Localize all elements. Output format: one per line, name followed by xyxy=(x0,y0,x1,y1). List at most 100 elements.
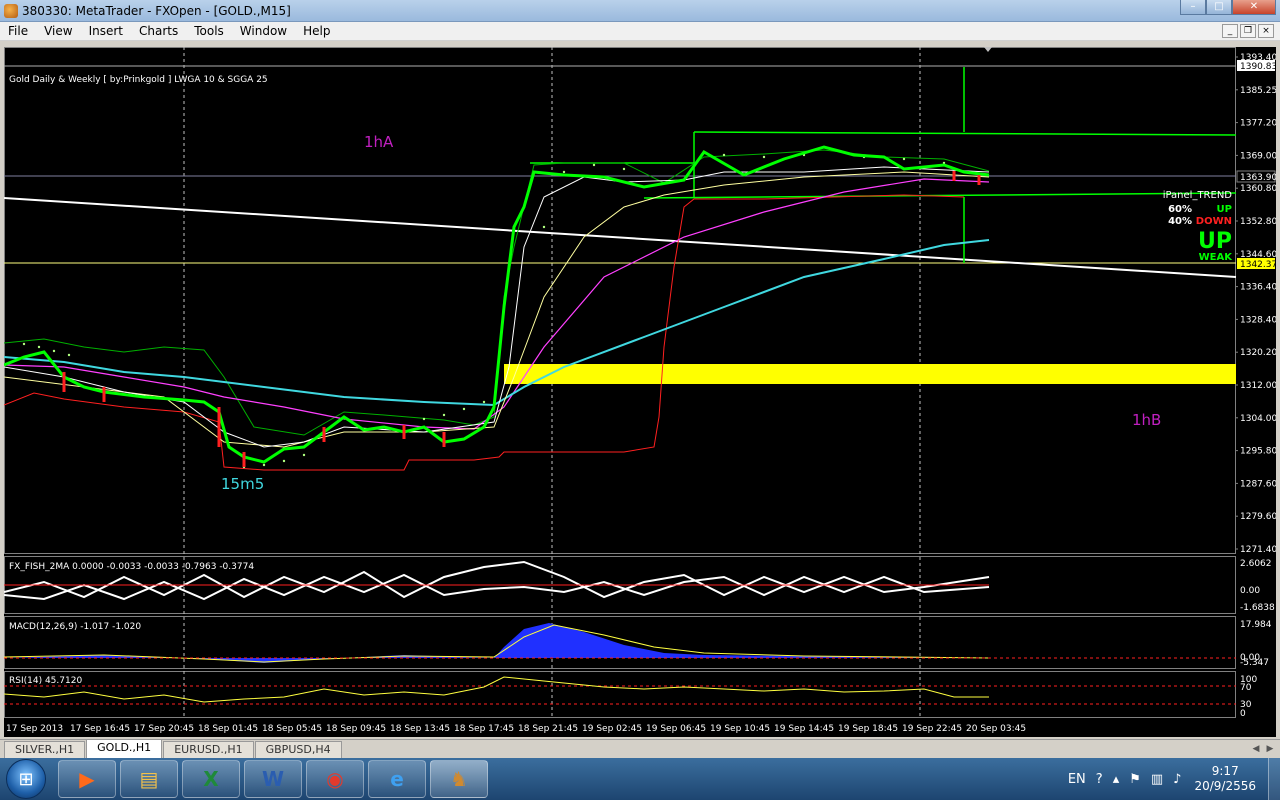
minimize-button[interactable]: – xyxy=(1180,0,1206,15)
chrome-icon: ◉ xyxy=(326,767,344,791)
price-tick-label: 1336.40 xyxy=(1240,283,1276,293)
time-tick-label: 19 Sep 14:45 xyxy=(774,724,834,734)
rsi-label: RSI(14) 45.7120 xyxy=(9,676,82,686)
time-tick-label: 18 Sep 01:45 xyxy=(198,724,258,734)
excel-icon: X xyxy=(203,767,219,791)
fisher-level-bottom: -1.6838 xyxy=(1240,603,1275,613)
menu-bar: File View Insert Charts Tools Window Hel… xyxy=(0,22,1280,41)
tab-scroll-right-icon[interactable]: ▶ xyxy=(1264,742,1276,756)
action-center-flag-icon[interactable]: ⚑ xyxy=(1129,772,1141,787)
time-tick-label: 18 Sep 21:45 xyxy=(518,724,578,734)
clock[interactable]: 9:17 20/9/2556 xyxy=(1194,764,1256,794)
price-label-line: 1342.37 xyxy=(1240,260,1276,270)
tab-gold[interactable]: GOLD.,H1 xyxy=(86,739,163,758)
time-tick-label: 18 Sep 05:45 xyxy=(262,724,322,734)
annotation-1hb: 1hB xyxy=(1132,411,1161,429)
price-tick-label: 1287.60 xyxy=(1240,479,1276,489)
chart-shift-marker[interactable] xyxy=(984,47,992,52)
system-tray: EN ? ▴ ⚑ ▥ ♪ 9:17 20/9/2556 xyxy=(1063,758,1280,800)
time-tick-label: 19 Sep 02:45 xyxy=(582,724,642,734)
ipanel-strength: WEAK xyxy=(1199,252,1234,263)
time-axis: 17 Sep 2013 17 Sep 16:45 17 Sep 20:45 18 Se… xyxy=(6,724,1026,734)
rsi-level-0: 0 xyxy=(1240,709,1246,719)
price-tick-label: 1279.60 xyxy=(1240,512,1276,522)
price-tick-label: 1377.20 xyxy=(1240,119,1276,129)
taskbar-app-chrome[interactable]: ◉ xyxy=(306,760,364,798)
window-title: 380330: MetaTrader - FXOpen - [GOLD.,M15… xyxy=(22,3,291,18)
price-tick-label: 1312.00 xyxy=(1240,381,1276,391)
fisher-level-top: 2.6062 xyxy=(1240,559,1272,569)
windows-logo-icon: ⊞ xyxy=(18,768,34,790)
clock-time: 9:17 xyxy=(1211,764,1239,778)
menu-window[interactable]: Window xyxy=(232,24,295,38)
ipanel-down-pct: 40% xyxy=(1168,216,1192,227)
volume-icon[interactable]: ♪ xyxy=(1173,772,1181,787)
price-tick-label: 1295.80 xyxy=(1240,447,1276,457)
macd-axis: 17.984 0.00 -5.347 xyxy=(1240,620,1272,668)
support-zone xyxy=(504,364,1236,384)
white-ma xyxy=(3,166,990,448)
fisher-label: FX_FISH_2MA 0.0000 -0.0033 -0.0033 -0.79… xyxy=(9,562,254,572)
yellow-ma xyxy=(3,171,990,448)
price-tick-label: 1385.25 xyxy=(1240,86,1276,96)
help-icon[interactable]: ? xyxy=(1096,772,1103,787)
chart-window[interactable]: 1hA 1hB 15m5 Gold Daily & Weekly [ by:Pr… xyxy=(3,47,1277,737)
mdi-close-button[interactable]: × xyxy=(1258,24,1274,38)
mdi-restore-button[interactable]: ❐ xyxy=(1240,24,1256,38)
ipanel-up-pct: 60% xyxy=(1168,204,1192,215)
taskbar-app-excel[interactable]: X xyxy=(182,760,240,798)
rsi-axis: 100 70 30 0 xyxy=(1240,675,1257,719)
taskbar-app-internet-explorer[interactable]: e xyxy=(368,760,426,798)
main-pane-border xyxy=(4,47,1236,554)
chart-canvas[interactable]: 1hA 1hB 15m5 Gold Daily & Weekly [ by:Pr… xyxy=(3,47,1277,737)
time-tick-label: 19 Sep 06:45 xyxy=(646,724,706,734)
price-tick-label: 1360.80 xyxy=(1240,184,1276,194)
ipanel-title: iPanel_TREND xyxy=(1163,190,1233,201)
mdi-minimize-button[interactable]: _ xyxy=(1222,24,1238,38)
menu-tools[interactable]: Tools xyxy=(186,24,232,38)
price-tick-label: 1352.80 xyxy=(1240,217,1276,227)
price-tick-label: 1304.00 xyxy=(1240,414,1276,424)
chart-tabs: SILVER.,H1 GOLD.,H1 EURUSD.,H1 GBPUSD,H4… xyxy=(0,739,1280,758)
price-label-top: 1390.83 xyxy=(1240,62,1276,72)
maximize-button[interactable]: □ xyxy=(1206,0,1232,15)
tray-arrow-icon[interactable]: ▴ xyxy=(1113,772,1120,787)
taskbar-app-metatrader[interactable]: ♞ xyxy=(430,760,488,798)
time-tick-label: 19 Sep 18:45 xyxy=(838,724,898,734)
time-tick-label: 19 Sep 10:45 xyxy=(710,724,770,734)
network-icon[interactable]: ▥ xyxy=(1151,772,1163,787)
tab-eurusd[interactable]: EURUSD.,H1 xyxy=(163,741,254,758)
taskbar-app-presentation[interactable]: ▶ xyxy=(58,760,116,798)
time-tick-label: 18 Sep 13:45 xyxy=(390,724,450,734)
time-tick-label: 19 Sep 22:45 xyxy=(902,724,962,734)
green-channel xyxy=(530,67,1237,263)
close-button[interactable]: ✕ xyxy=(1232,0,1276,15)
rsi-line xyxy=(3,676,989,703)
macd-pane-border xyxy=(4,616,1236,669)
taskbar: ⊞ ▶ ▤ X W ◉ e ♞ EN ? ▴ ⚑ ▥ ♪ 9:17 20/9/2… xyxy=(0,758,1280,800)
menu-file[interactable]: File xyxy=(0,24,36,38)
show-desktop-button[interactable] xyxy=(1268,758,1280,800)
lower-envelope xyxy=(3,194,965,471)
annotation-15m5: 15m5 xyxy=(221,475,264,493)
macd-level-top: 17.984 xyxy=(1240,620,1272,630)
menu-charts[interactable]: Charts xyxy=(131,24,186,38)
tab-silver[interactable]: SILVER.,H1 xyxy=(4,741,86,758)
price-label-current: 1363.90 xyxy=(1240,173,1276,183)
chart-header: Gold Daily & Weekly [ by:Prinkgold ] LWG… xyxy=(9,75,268,85)
tab-scroll-left-icon[interactable]: ◀ xyxy=(1250,742,1262,756)
ipanel-down-label: DOWN xyxy=(1196,216,1232,227)
menu-help[interactable]: Help xyxy=(295,24,338,38)
ipanel-trend-value: UP xyxy=(1198,229,1232,254)
macd-level-bottom: -5.347 xyxy=(1240,658,1269,668)
start-button[interactable]: ⊞ xyxy=(6,759,46,799)
taskbar-app-explorer[interactable]: ▤ xyxy=(120,760,178,798)
language-indicator[interactable]: EN xyxy=(1068,772,1086,787)
time-tick-label: 18 Sep 09:45 xyxy=(326,724,386,734)
taskbar-app-word[interactable]: W xyxy=(244,760,302,798)
price-candles-bull xyxy=(3,145,990,464)
menu-view[interactable]: View xyxy=(36,24,80,38)
menu-insert[interactable]: Insert xyxy=(81,24,131,38)
ipanel-trend: iPanel_TREND 60% UP 40% DOWN UP WEAK xyxy=(1163,190,1234,263)
tab-gbpusd[interactable]: GBPUSD,H4 xyxy=(254,741,342,758)
